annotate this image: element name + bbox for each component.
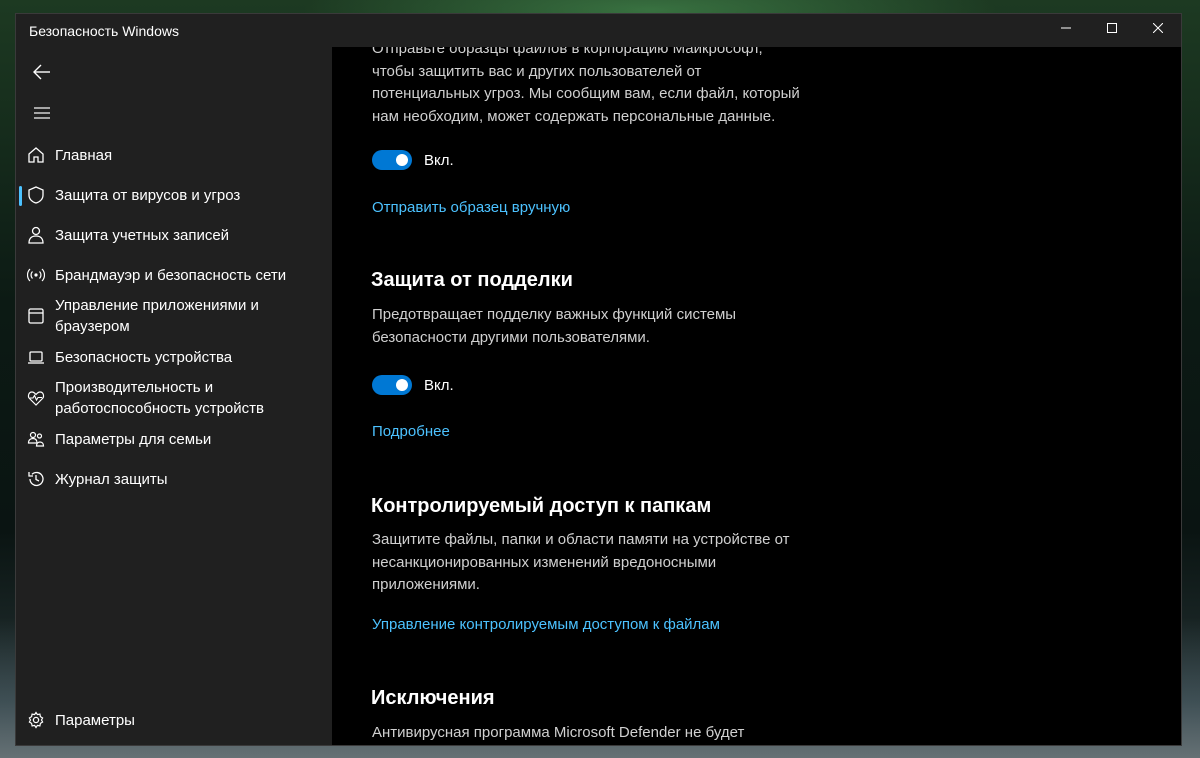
sidebar-item-label: Безопасность устройства	[55, 349, 233, 366]
sidebar-item-app-browser-control[interactable]: Управление приложениями и браузером	[16, 295, 332, 339]
submit-sample-manually-link[interactable]: Отправить образец вручную	[372, 199, 570, 216]
antenna-icon	[26, 265, 46, 285]
sidebar-item-label: Параметры	[55, 712, 135, 729]
sidebar-item-label: Брандмауэр и безопасность сети	[55, 267, 287, 284]
sidebar-item-virus-protection[interactable]: Защита от вирусов и угроз	[16, 184, 332, 208]
title-bar[interactable]: Безопасность Windows	[16, 14, 1181, 47]
maximize-button[interactable]	[1089, 14, 1135, 42]
sidebar-item-label: Защита учетных записей	[55, 227, 230, 244]
toggle-knob	[396, 379, 408, 391]
content-pane[interactable]: Отправьте образцы файлов в корпорацию Ма…	[332, 47, 1181, 745]
sidebar-item-home[interactable]: Главная	[16, 144, 332, 168]
heart-pulse-icon	[26, 388, 46, 408]
close-icon	[1153, 23, 1163, 33]
sidebar-item-family-options[interactable]: Параметры для семьи	[16, 428, 332, 452]
laptop-icon	[26, 347, 46, 367]
description-line: потенциальных угроз. Мы сообщим вам, есл…	[372, 85, 800, 102]
sidebar-item-device-performance[interactable]: Производительность и работоспособность у…	[16, 377, 332, 421]
toggle-state-label: Вкл.	[424, 151, 454, 169]
minimize-icon	[1061, 27, 1071, 29]
sidebar-item-firewall[interactable]: Брандмауэр и безопасность сети	[16, 264, 332, 288]
description-line: Отправьте образцы файлов в корпорацию Ма…	[372, 47, 763, 57]
sidebar-item-device-security[interactable]: Безопасность устройства	[16, 346, 332, 370]
app-window-icon	[26, 306, 46, 326]
window-title: Безопасность Windows	[29, 23, 179, 39]
home-icon	[26, 145, 46, 165]
tamper-protection-toggle[interactable]	[372, 375, 412, 395]
description-line: Защитите файлы, папки и области памяти н…	[372, 531, 790, 548]
description-line: Антивирусная программа Microsoft Defende…	[372, 724, 745, 741]
learn-more-link[interactable]: Подробнее	[372, 423, 450, 440]
description-line: нам необходим, может содержать персональ…	[372, 107, 776, 125]
toggle-knob	[396, 154, 408, 166]
maximize-icon	[1107, 23, 1117, 33]
app-window: Безопасность Windows Главная Защита от в…	[15, 13, 1182, 746]
controlled-folder-access-title: Контролируемый доступ к папкам	[371, 495, 712, 517]
tamper-protection-description: Предотвращает подделку важных функций си…	[372, 304, 862, 349]
sidebar-item-label: Параметры для семьи	[55, 431, 212, 448]
sample-submission-toggle-row: Вкл.	[372, 150, 454, 170]
sidebar-item-settings[interactable]: Параметры	[16, 709, 332, 733]
tamper-protection-toggle-row: Вкл.	[372, 375, 454, 395]
sidebar-item-label: Главная	[55, 147, 113, 164]
toggle-state-label: Вкл.	[424, 376, 454, 394]
window-controls	[1043, 14, 1181, 47]
sidebar-item-label: Журнал защиты	[55, 471, 168, 488]
back-button[interactable]	[24, 56, 60, 88]
family-icon	[26, 429, 46, 449]
sample-submission-description: Отправьте образцы файлов в корпорацию Ма…	[372, 47, 862, 128]
shield-icon	[26, 185, 46, 205]
description-line: безопасности другими пользователями.	[372, 328, 650, 346]
sample-submission-toggle[interactable]	[372, 150, 412, 170]
sidebar: Главная Защита от вирусов и угроз Защита…	[16, 47, 332, 745]
sidebar-item-label: Управление приложениями и браузером	[55, 297, 259, 335]
sidebar-item-account-protection[interactable]: Защита учетных записей	[16, 224, 332, 248]
history-icon	[26, 469, 46, 489]
manage-controlled-folder-access-link[interactable]: Управление контролируемым доступом к фай…	[372, 616, 720, 633]
tamper-protection-title: Защита от подделки	[371, 269, 573, 291]
description-line: несанкционированных изменений вредоносны…	[372, 553, 717, 571]
arrow-left-icon	[33, 64, 50, 80]
selection-indicator	[19, 186, 22, 206]
description-line: приложениями.	[372, 576, 480, 593]
sidebar-item-label: Производительность и работоспособность у…	[55, 379, 264, 417]
exclusions-description: Антивирусная программа Microsoft Defende…	[372, 722, 862, 745]
gear-icon	[26, 710, 46, 730]
hamburger-icon	[34, 107, 50, 119]
description-line: чтобы защитить вас и других пользователе…	[372, 62, 702, 80]
close-button[interactable]	[1135, 14, 1181, 42]
menu-button[interactable]	[24, 97, 60, 129]
sidebar-item-protection-history[interactable]: Журнал защиты	[16, 468, 332, 492]
exclusions-title: Исключения	[371, 687, 495, 709]
sidebar-item-label: Защита от вирусов и угроз	[55, 187, 241, 204]
minimize-button[interactable]	[1043, 14, 1089, 42]
person-icon	[26, 225, 46, 245]
controlled-folder-access-description: Защитите файлы, папки и области памяти н…	[372, 529, 872, 597]
description-line: Предотвращает подделку важных функций си…	[372, 306, 737, 323]
